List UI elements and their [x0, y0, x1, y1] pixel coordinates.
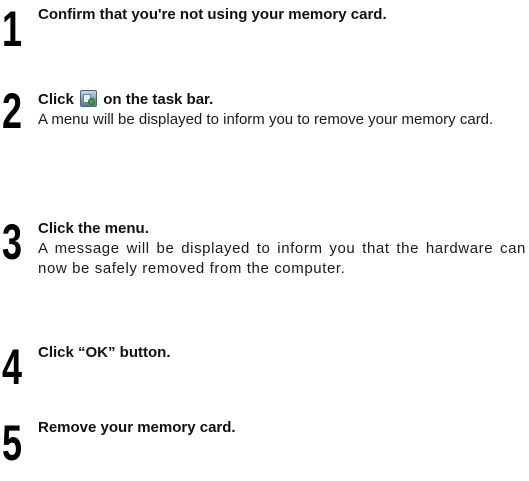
step-content: Confirm that you're not using your memor…: [38, 4, 526, 24]
step-description: A message will be displayed to inform yo…: [38, 240, 526, 277]
step-content: Click “OK” button.: [38, 342, 526, 362]
step-content: Click the menu. A message will be displa…: [38, 217, 526, 279]
step-title: Confirm that you're not using your memor…: [38, 6, 387, 23]
step-title: Click the menu.: [38, 220, 149, 237]
step-title: Click “OK” button.: [38, 344, 171, 361]
step-number: 5: [2, 415, 22, 471]
step-content: Click on the task bar. A menu will be di…: [38, 86, 526, 130]
step-title-prefix: Click: [38, 91, 74, 108]
step-number: 2: [2, 83, 22, 139]
step-description: A menu will be displayed to inform you t…: [38, 111, 494, 128]
step-number: 4: [2, 339, 22, 395]
step-number: 3: [2, 214, 22, 270]
step-title: Click on the task bar.: [38, 86, 526, 109]
taskbar-safely-remove-hardware-icon: [80, 90, 98, 107]
step-number: 1: [2, 1, 22, 57]
step-title: Remove your memory card.: [38, 419, 236, 436]
step-title-suffix: on the task bar.: [103, 91, 214, 108]
step-content: Remove your memory card.: [38, 418, 526, 437]
